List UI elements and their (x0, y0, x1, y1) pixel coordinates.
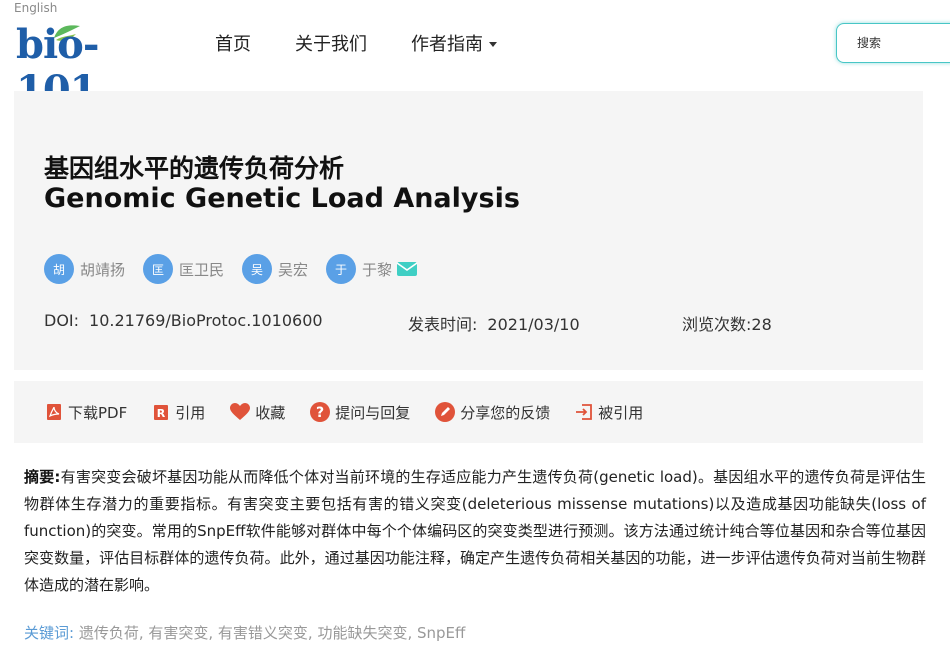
svg-text:R: R (157, 407, 166, 420)
nav-about[interactable]: 关于我们 (295, 30, 367, 56)
nav-home-label: 首页 (215, 34, 251, 55)
question-icon: ? (309, 401, 331, 423)
avatar: 吴 (242, 254, 273, 284)
author-item[interactable]: 胡 胡靖扬 (44, 254, 125, 284)
cited-by-button[interactable]: 被引用 (574, 402, 643, 423)
views-field: 浏览次数:28 (682, 311, 772, 335)
keywords: 关键词: 遗传负荷, 有害突变, 有害错义突变, 功能缺失突变, SnpEff (24, 622, 465, 643)
edit-icon (434, 401, 456, 423)
english-language-link[interactable]: English (14, 1, 57, 15)
avatar: 于 (326, 254, 357, 284)
publish-date-field: 发表时间: 2021/03/10 (408, 311, 580, 335)
keywords-list: 遗传负荷, 有害突变, 有害错义突变, 功能缺失突变, SnpEff (78, 624, 466, 642)
main-nav: 首页 关于我们 作者指南 (215, 30, 541, 56)
mail-icon[interactable] (396, 261, 418, 277)
feedback-button[interactable]: 分享您的反馈 (434, 401, 550, 423)
doi-value[interactable]: 10.21769/BioProtoc.1010600 (89, 311, 323, 330)
svg-text:?: ? (316, 405, 324, 421)
download-pdf-button[interactable]: 下载PDF (44, 402, 127, 423)
cite-button[interactable]: R 引用 (151, 402, 205, 423)
abstract-label: 摘要: (24, 468, 61, 486)
avatar: 匡 (143, 254, 174, 284)
cited-icon (574, 402, 594, 422)
abstract-text: 有害突变会破坏基因功能从而降低个体对当前环境的生存适应能力产生遗传负荷(gene… (24, 468, 926, 594)
cited-by-label: 被引用 (598, 403, 644, 422)
author-item[interactable]: 吴 吴宏 (242, 254, 308, 284)
author-item[interactable]: 于 于黎 (326, 254, 418, 284)
article-title-cn: 基因组水平的遗传负荷分析 (44, 154, 345, 183)
article-action-bar: 下载PDF R 引用 收藏 ? 提问与回复 分享您的反馈 被引用 (14, 381, 923, 443)
feedback-label: 分享您的反馈 (460, 403, 551, 422)
doi-label: DOI: (44, 311, 80, 330)
caret-down-icon (489, 41, 497, 47)
nav-about-label: 关于我们 (295, 34, 367, 55)
keywords-label: 关键词: (24, 624, 75, 642)
download-pdf-label: 下载PDF (68, 403, 128, 422)
author-name: 胡靖扬 (80, 260, 126, 279)
author-name: 于黎 (362, 260, 393, 279)
heart-icon (229, 402, 251, 422)
nav-home[interactable]: 首页 (215, 30, 251, 56)
doi-field: DOI: 10.21769/BioProtoc.1010600 (44, 311, 323, 330)
nav-author-guide-label: 作者指南 (411, 34, 483, 55)
nav-author-guide[interactable]: 作者指南 (411, 30, 497, 56)
avatar: 胡 (44, 254, 74, 284)
bio-101-logo[interactable]: bio-101 (16, 20, 162, 114)
author-name: 吴宏 (278, 260, 309, 279)
views-value: 28 (751, 315, 772, 334)
search-input[interactable] (836, 23, 950, 63)
author-item[interactable]: 匡 匡卫民 (143, 254, 224, 284)
author-name: 匡卫民 (179, 260, 225, 279)
pdf-icon (44, 402, 64, 422)
abstract: 摘要:有害突变会破坏基因功能从而降低个体对当前环境的生存适应能力产生遗传负荷(g… (24, 464, 926, 599)
article-title-en: Genomic Genetic Load Analysis (44, 183, 520, 214)
views-label: 浏览次数: (682, 315, 752, 334)
qa-button[interactable]: ? 提问与回复 (309, 401, 410, 423)
author-list: 胡 胡靖扬 匡 匡卫民 吴 吴宏 于 于黎 (44, 254, 436, 284)
favorite-label: 收藏 (255, 403, 286, 422)
cite-label: 引用 (175, 403, 206, 422)
article-header: 基因组水平的遗传负荷分析 Genomic Genetic Load Analys… (14, 91, 923, 370)
qa-label: 提问与回复 (335, 403, 411, 422)
quote-icon: R (151, 402, 171, 422)
publish-date-value: 2021/03/10 (487, 315, 580, 334)
publish-date-label: 发表时间: (408, 315, 478, 334)
favorite-button[interactable]: 收藏 (229, 402, 285, 423)
